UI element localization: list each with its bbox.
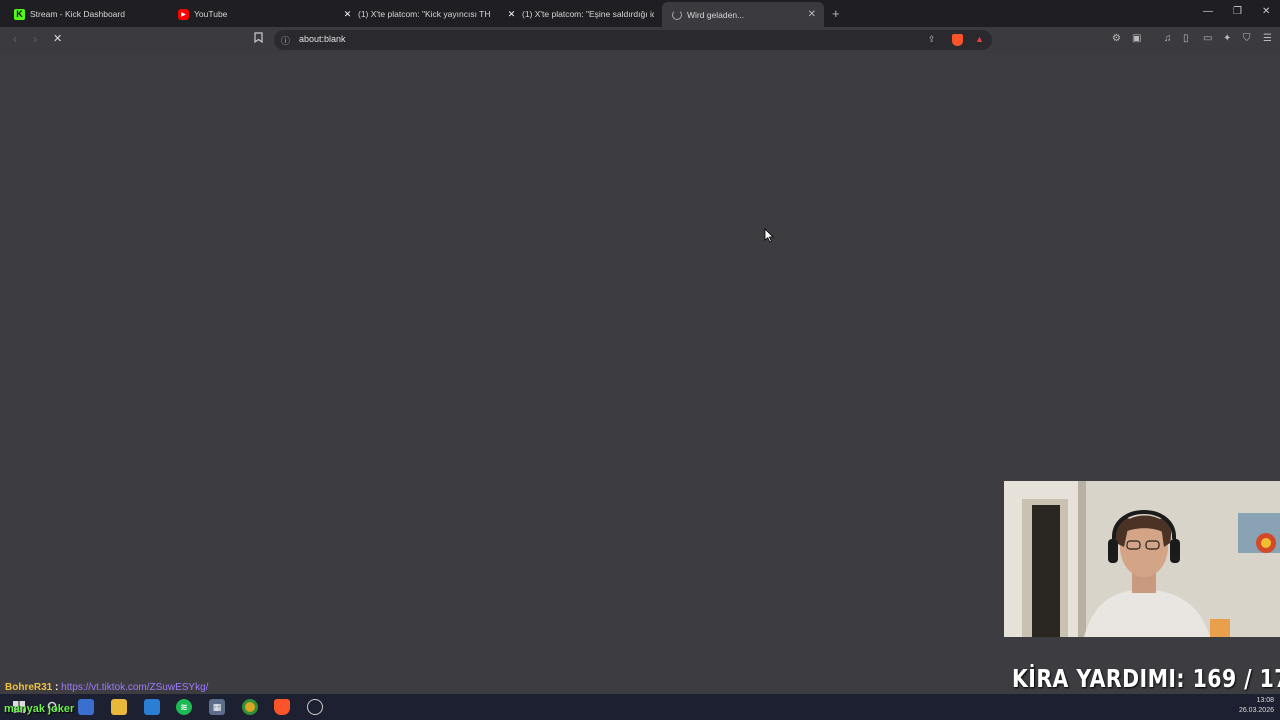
browser-toolbar: ‹ › ✕ ⓘ about:blank ⇪ ▲ ⚙ ▣ ♫ ▯ ▭ ✦ ⛉ ☰	[0, 27, 1280, 53]
tab-label: YouTube	[194, 9, 228, 19]
loading-icon	[672, 9, 682, 20]
tab-label: (1) X'te platcom: "Eşine saldırdığı idd	[522, 9, 654, 19]
clock-date: 26.03.2026	[1238, 707, 1274, 714]
brave-shields-icon[interactable]	[952, 34, 963, 46]
obs-icon[interactable]	[307, 699, 323, 715]
system-clock[interactable]: 13:08 26.03.2026	[1239, 696, 1274, 716]
streamer-webcam-image	[1004, 481, 1280, 637]
new-tab-button[interactable]: +	[832, 6, 840, 21]
youtube-icon: ▶	[178, 8, 189, 20]
rent-goal-overlay: KİRA YARDIMI: 169 / 170	[1012, 664, 1280, 693]
wallet-icon[interactable]: ▭	[1203, 33, 1212, 44]
close-tab-icon[interactable]: ✕	[808, 9, 816, 20]
address-bar[interactable]: ⓘ about:blank ⇪ ▲	[274, 30, 992, 50]
menu-icon[interactable]: ☰	[1263, 33, 1272, 44]
tab-label: (1) X'te platcom: "Kick yayıncısı THEB	[358, 9, 490, 19]
tab-x-platcom-2[interactable]: ✕ (1) X'te platcom: "Eşine saldırdığı id…	[506, 3, 654, 25]
restore-icon[interactable]: ❐	[1233, 6, 1242, 17]
brave-rewards-icon[interactable]: ▲	[975, 34, 984, 44]
windows-taskbar: ≋ ▦ 13:08 26.03.2026	[0, 694, 1280, 720]
task-view-icon[interactable]	[78, 699, 94, 715]
kick-icon: K	[14, 8, 25, 20]
tab-youtube[interactable]: ▶ YouTube	[178, 3, 328, 25]
tab-label: Wird geladen...	[687, 9, 745, 20]
vpn-icon[interactable]: ⛉	[1243, 33, 1251, 44]
chrome-icon[interactable]	[242, 699, 258, 715]
minimize-icon[interactable]: —	[1203, 6, 1213, 17]
tab-x-platcom-1[interactable]: ✕ (1) X'te platcom: "Kick yayıncısı THEB	[342, 3, 490, 25]
info-icon[interactable]: ⓘ	[281, 34, 290, 47]
tab-kick-dashboard[interactable]: K Stream - Kick Dashboard	[14, 3, 164, 25]
goal-value: 169 / 170	[1192, 664, 1280, 693]
media-icon[interactable]: ♫	[1164, 33, 1172, 44]
goal-label: KİRA YARDIMI:	[1012, 664, 1186, 693]
address-input[interactable]: about:blank	[299, 34, 346, 44]
back-icon[interactable]: ‹	[13, 32, 17, 46]
chat-link[interactable]: https://vt.tiktok.com/ZSuwESYkg/	[61, 682, 208, 693]
file-explorer-icon[interactable]	[111, 699, 127, 715]
mouse-cursor-icon	[764, 228, 774, 243]
viewer-name-overlay: manyak joker	[4, 703, 75, 715]
tab-loading-active[interactable]: Wird geladen... ✕	[662, 2, 824, 27]
clock-time: 13:08	[1256, 697, 1274, 704]
stop-loading-icon[interactable]: ✕	[53, 32, 62, 45]
webcam-overlay	[1004, 481, 1280, 637]
tab-label: Stream - Kick Dashboard	[30, 9, 125, 19]
brave-icon[interactable]	[274, 699, 290, 715]
x-icon: ✕	[343, 8, 352, 19]
share-icon[interactable]: ⇪	[928, 34, 936, 45]
tab-search-icon[interactable]: ▣	[1132, 33, 1141, 44]
extensions-icon[interactable]: ⚙	[1112, 33, 1121, 44]
calculator-icon[interactable]: ▦	[209, 699, 225, 715]
forward-icon[interactable]: ›	[33, 32, 37, 46]
close-window-icon[interactable]: ✕	[1262, 6, 1270, 17]
screen: K Stream - Kick Dashboard ▶ YouTube ✕ (1…	[0, 0, 1280, 720]
bookmark-icon[interactable]	[254, 32, 263, 46]
sidebar-icon[interactable]: ▯	[1183, 33, 1189, 44]
store-icon[interactable]	[144, 699, 160, 715]
tab-strip: K Stream - Kick Dashboard ▶ YouTube ✕ (1…	[0, 0, 1280, 27]
chat-separator: :	[55, 682, 59, 693]
leo-ai-icon[interactable]: ✦	[1223, 33, 1231, 44]
spotify-icon[interactable]: ≋	[176, 699, 192, 715]
chat-username: BohreR31	[5, 682, 53, 693]
chat-message: BohreR31 : https://vt.tiktok.com/ZSuwESY…	[5, 682, 208, 693]
x-icon: ✕	[507, 8, 516, 19]
